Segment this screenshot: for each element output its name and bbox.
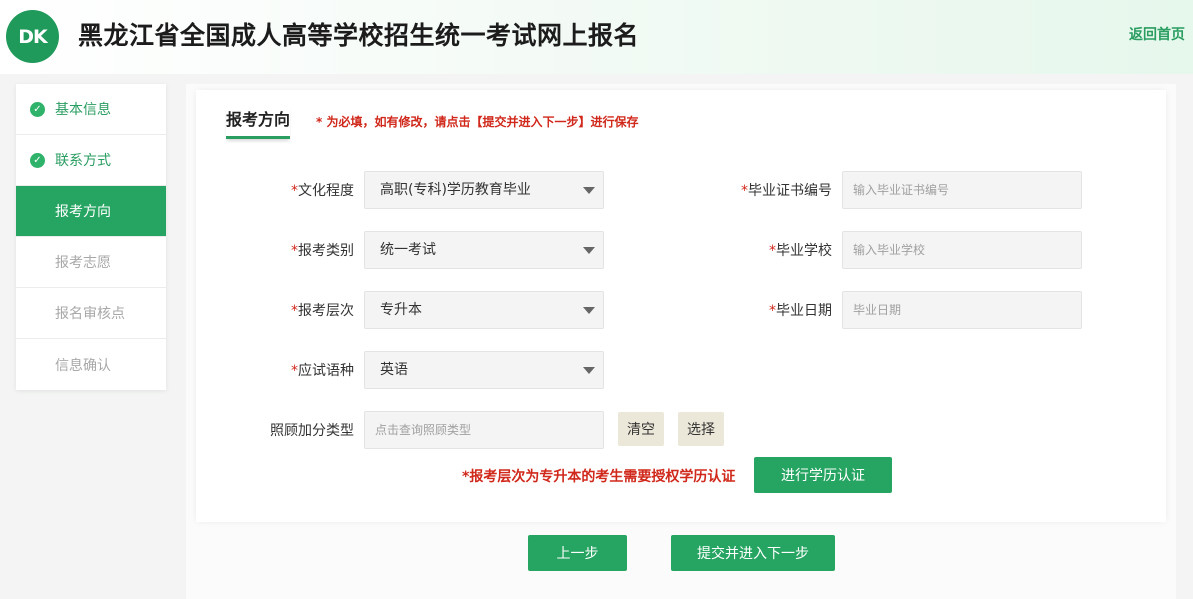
step-exam-direction[interactable]: 报考方向 xyxy=(16,186,166,237)
step-contact[interactable]: ✓ 联系方式 xyxy=(16,135,166,186)
prev-step-button[interactable]: 上一步 xyxy=(528,535,627,571)
step-label: 联系方式 xyxy=(55,153,111,169)
graduation-school-label: *毕业学校 xyxy=(769,243,832,259)
education-level-select[interactable]: 高职(专科)学历教育毕业 xyxy=(364,171,604,209)
bonus-type-label: 照顾加分类型 xyxy=(270,423,354,439)
section-title: 报考方向 xyxy=(226,106,291,139)
graduation-school-input[interactable] xyxy=(842,231,1082,269)
step-sidebar: ✓ 基本信息 ✓ 联系方式 报考方向 报考志愿 报名审核点 信息确认 xyxy=(16,84,166,390)
chevron-down-icon xyxy=(583,247,595,254)
page-title: 黑龙江省全国成人高等学校招生统一考试网上报名 xyxy=(78,21,640,50)
select-button[interactable]: 选择 xyxy=(678,412,724,446)
step-label: 信息确认 xyxy=(55,357,111,374)
bonus-type-input[interactable] xyxy=(364,411,604,449)
certificate-no-label: *毕业证书编号 xyxy=(741,183,832,199)
education-auth-button[interactable]: 进行学历认证 xyxy=(754,457,892,493)
logo-text: DK xyxy=(18,25,47,48)
chevron-down-icon xyxy=(583,307,595,314)
step-basic-info[interactable]: ✓ 基本信息 xyxy=(16,84,166,135)
certificate-no-input[interactable] xyxy=(842,171,1082,209)
step-label: 基本信息 xyxy=(55,102,111,118)
graduation-date-label: *毕业日期 xyxy=(769,303,832,319)
auth-note: *报考层次为专升本的考生需要授权学历认证 xyxy=(462,469,736,485)
check-icon: ✓ xyxy=(30,153,45,168)
step-volunteer[interactable]: 报考志愿 xyxy=(16,237,166,288)
page-header: DK 黑龙江省全国成人高等学校招生统一考试网上报名 返回首页 xyxy=(0,0,1193,74)
exam-language-select[interactable]: 英语 xyxy=(364,351,604,389)
chevron-down-icon xyxy=(583,367,595,374)
chevron-down-icon xyxy=(583,187,595,194)
step-label: 报名审核点 xyxy=(55,306,125,322)
graduation-date-input[interactable] xyxy=(842,291,1082,329)
step-review-point[interactable]: 报名审核点 xyxy=(16,288,166,339)
back-home-link[interactable]: 返回首页 xyxy=(1129,24,1185,44)
check-icon: ✓ xyxy=(30,102,45,117)
clear-button[interactable]: 清空 xyxy=(618,412,664,446)
exam-language-label: *应试语种 xyxy=(291,363,354,379)
exam-category-select[interactable]: 统一考试 xyxy=(364,231,604,269)
exam-level-label: *报考层次 xyxy=(291,303,354,319)
exam-category-label: *报考类别 xyxy=(291,243,354,259)
education-level-label: *文化程度 xyxy=(291,183,354,199)
exam-level-select[interactable]: 专升本 xyxy=(364,291,604,329)
submit-next-button[interactable]: 提交并进入下一步 xyxy=(671,535,835,571)
step-confirm[interactable]: 信息确认 xyxy=(16,339,166,390)
required-note: * 为必填，如有修改，请点击【提交并进入下一步】进行保存 xyxy=(316,115,639,129)
step-label: 报考方向 xyxy=(55,204,111,220)
site-logo: DK xyxy=(6,10,59,63)
step-label: 报考志愿 xyxy=(55,255,111,271)
